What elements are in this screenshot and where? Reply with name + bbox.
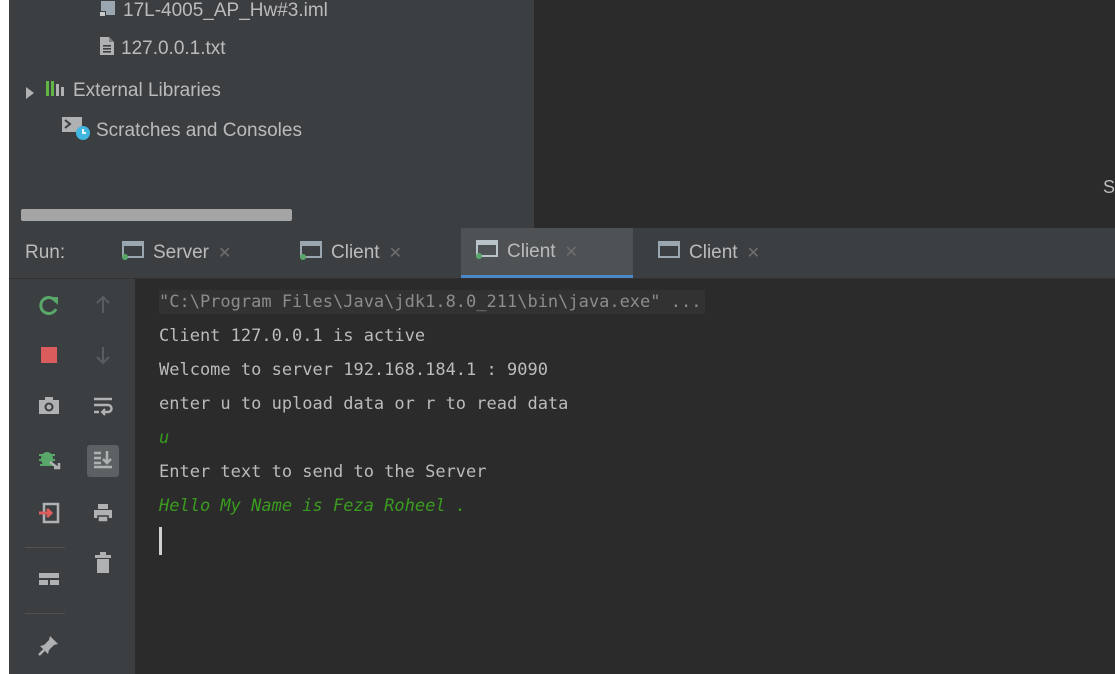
- close-icon[interactable]: ✕: [389, 243, 402, 263]
- rerun-icon: [38, 294, 60, 320]
- console-output-line: Client 127.0.0.1 is active: [159, 326, 426, 346]
- print-icon: [92, 502, 114, 528]
- toolbar-separator: [25, 613, 65, 614]
- tab-label: Client: [331, 242, 380, 263]
- tree-item-scratches[interactable]: Scratches and Consoles: [61, 116, 302, 146]
- down-arrow-icon: [95, 345, 111, 369]
- layout-button[interactable]: [33, 565, 65, 597]
- libraries-icon: [45, 79, 67, 103]
- project-tree-panel: 17L-4005_AP_Hw#3.iml 127.0.0.1.txt Exter…: [9, 0, 534, 228]
- tab-client-1[interactable]: Client ✕: [285, 228, 453, 278]
- toolbar-separator: [25, 547, 65, 548]
- module-file-icon: [99, 0, 117, 23]
- run-tab-bar: Run: Server ✕ Client ✕ Client ✕ Client ✕: [9, 228, 1115, 279]
- exit-button[interactable]: [33, 499, 65, 531]
- console-tab-icon: [657, 239, 683, 267]
- tree-item-label: 127.0.0.1.txt: [121, 38, 226, 59]
- soft-wrap-button[interactable]: [87, 391, 119, 423]
- clear-all-button[interactable]: [87, 549, 119, 581]
- editor-edge-text: S: [1102, 177, 1115, 197]
- scratches-icon: [61, 116, 93, 146]
- tab-server[interactable]: Server ✕: [107, 228, 275, 278]
- tree-item-external-libraries[interactable]: External Libraries: [25, 78, 221, 104]
- tree-item-label: Scratches and Consoles: [96, 120, 302, 141]
- editor-area: S: [534, 0, 1115, 228]
- tab-label: Client: [507, 240, 556, 262]
- tree-item-label: External Libraries: [73, 80, 221, 101]
- tab-client-2[interactable]: Client ✕: [461, 228, 633, 278]
- tab-label: Server: [153, 242, 209, 263]
- console-output[interactable]: "C:\Program Files\Java\jdk1.8.0_211\bin\…: [135, 279, 1115, 674]
- debug-button[interactable]: [33, 445, 65, 477]
- console-user-input-line: Hello My Name is Feza Roheel .: [159, 496, 467, 516]
- tab-client-3[interactable]: Client ✕: [643, 228, 811, 278]
- stop-button[interactable]: [33, 341, 65, 373]
- close-icon[interactable]: ✕: [747, 243, 760, 263]
- camera-icon: [38, 395, 60, 419]
- console-tab-icon: [121, 239, 147, 267]
- tree-item-iml-file[interactable]: 17L-4005_AP_Hw#3.iml: [99, 0, 328, 24]
- pin-icon: [38, 634, 60, 660]
- text-caret: [159, 527, 162, 555]
- console-command-line: "C:\Program Files\Java\jdk1.8.0_211\bin\…: [159, 285, 1115, 319]
- debug-icon: [37, 447, 61, 475]
- close-icon[interactable]: ✕: [565, 242, 578, 262]
- expand-arrow-icon[interactable]: [25, 84, 35, 99]
- scroll-to-end-icon: [92, 448, 114, 474]
- print-button[interactable]: [87, 499, 119, 531]
- run-toolbar: [9, 279, 135, 674]
- tree-item-txt-file[interactable]: 127.0.0.1.txt: [99, 36, 226, 62]
- console-output-line: Enter text to send to the Server: [159, 462, 487, 482]
- soft-wrap-icon: [92, 394, 114, 420]
- pin-button[interactable]: [33, 631, 65, 663]
- text-file-icon: [99, 36, 115, 62]
- layout-icon: [38, 570, 60, 592]
- horizontal-scrollbar[interactable]: [21, 209, 292, 221]
- stop-icon: [40, 346, 58, 368]
- console-tab-icon: [475, 238, 501, 266]
- scroll-to-end-button[interactable]: [87, 445, 119, 477]
- ide-window: 17L-4005_AP_Hw#3.iml 127.0.0.1.txt Exter…: [9, 0, 1115, 674]
- console-user-input-line: u: [159, 428, 170, 448]
- previous-occurrence-button[interactable]: [87, 291, 119, 323]
- rerun-button[interactable]: [33, 291, 65, 323]
- tab-label: Client: [689, 242, 738, 263]
- console-output-line: enter u to upload data or r to read data: [159, 394, 569, 414]
- console-tab-icon: [299, 239, 325, 267]
- console-output-line: Welcome to server 192.168.184.1 : 9090: [159, 360, 548, 380]
- up-arrow-icon: [95, 295, 111, 319]
- exit-icon: [38, 502, 60, 528]
- dump-threads-button[interactable]: [33, 391, 65, 423]
- trash-icon: [94, 552, 112, 578]
- tree-item-label: 17L-4005_AP_Hw#3.iml: [123, 0, 328, 21]
- run-panel-label: Run:: [25, 242, 66, 263]
- next-occurrence-button[interactable]: [87, 341, 119, 373]
- close-icon[interactable]: ✕: [218, 243, 231, 263]
